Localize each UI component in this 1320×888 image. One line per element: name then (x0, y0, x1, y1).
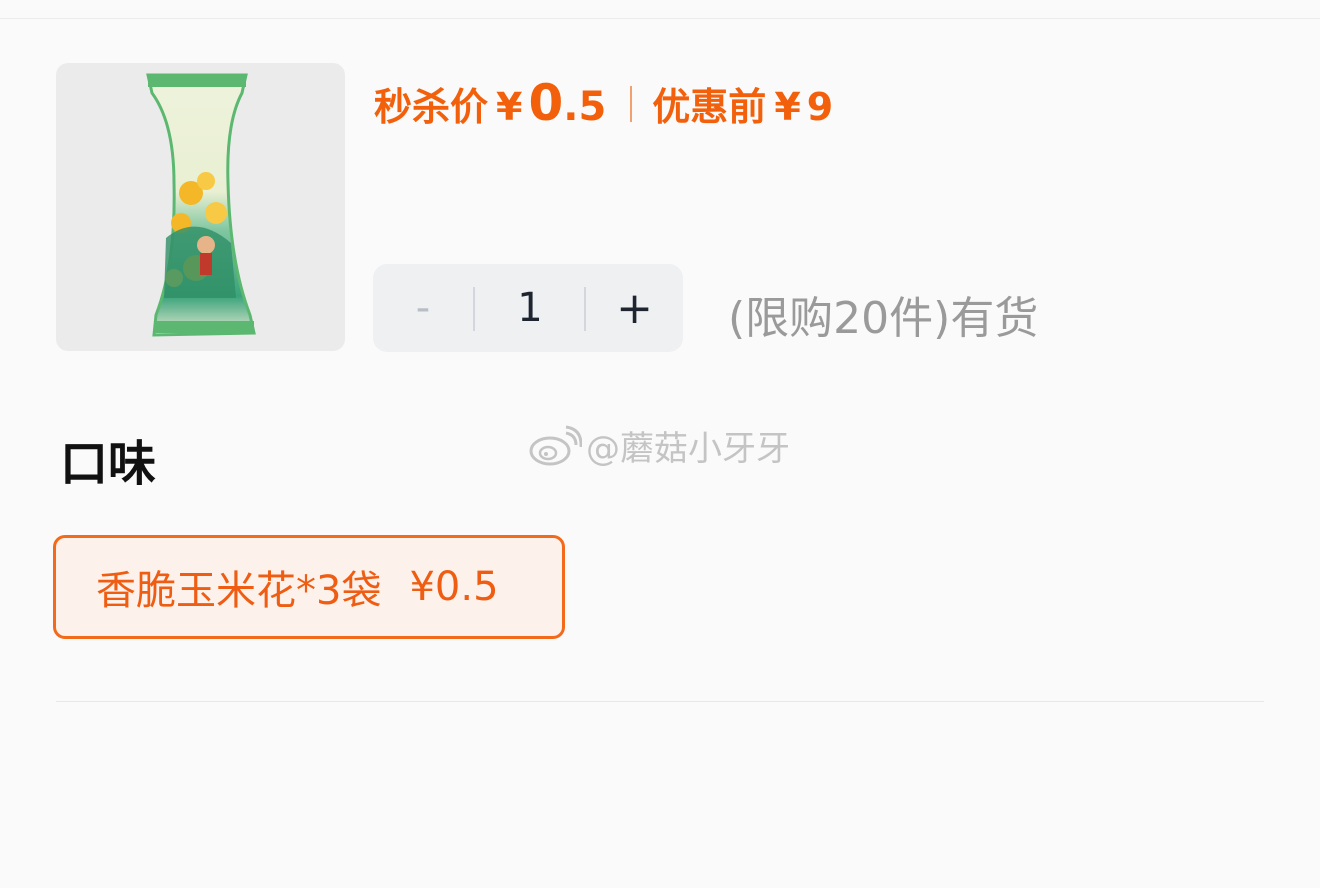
top-divider (0, 18, 1320, 19)
seckill-price-integer: 0 (528, 74, 564, 132)
original-price-value: 9 (806, 85, 834, 129)
original-currency-symbol: ¥ (774, 85, 801, 129)
seckill-price-decimal: .5 (563, 84, 607, 130)
increase-quantity-button[interactable]: + (586, 264, 683, 352)
quantity-value[interactable]: 1 (475, 264, 585, 352)
seckill-currency-symbol: ¥ (496, 85, 523, 129)
bottom-divider (56, 701, 1264, 702)
watermark: @蘑菇小牙牙 (528, 420, 790, 470)
price-row: 秒杀价 ¥ 0 .5 优惠前 ¥ 9 (374, 74, 833, 134)
original-price-label: 优惠前 (652, 85, 767, 129)
weibo-icon (529, 425, 582, 466)
flavor-option-label: 香脆玉米花*3袋 (96, 568, 382, 614)
flavor-option-price: ¥0.5 (409, 564, 499, 610)
flavor-option-selected[interactable]: 香脆玉米花*3袋 ¥0.5 (53, 535, 565, 639)
watermark-text: @蘑菇小牙牙 (586, 428, 790, 469)
product-package-image (146, 73, 256, 337)
quantity-stepper: - 1 + (373, 264, 683, 352)
decrease-quantity-button[interactable]: - (373, 264, 473, 352)
price-separator (630, 86, 633, 122)
stock-status: (限购20件)有货 (728, 293, 1039, 344)
seckill-price-label: 秒杀价 (374, 85, 489, 129)
product-image[interactable] (56, 63, 345, 351)
flavor-section-title: 口味 (60, 436, 157, 492)
